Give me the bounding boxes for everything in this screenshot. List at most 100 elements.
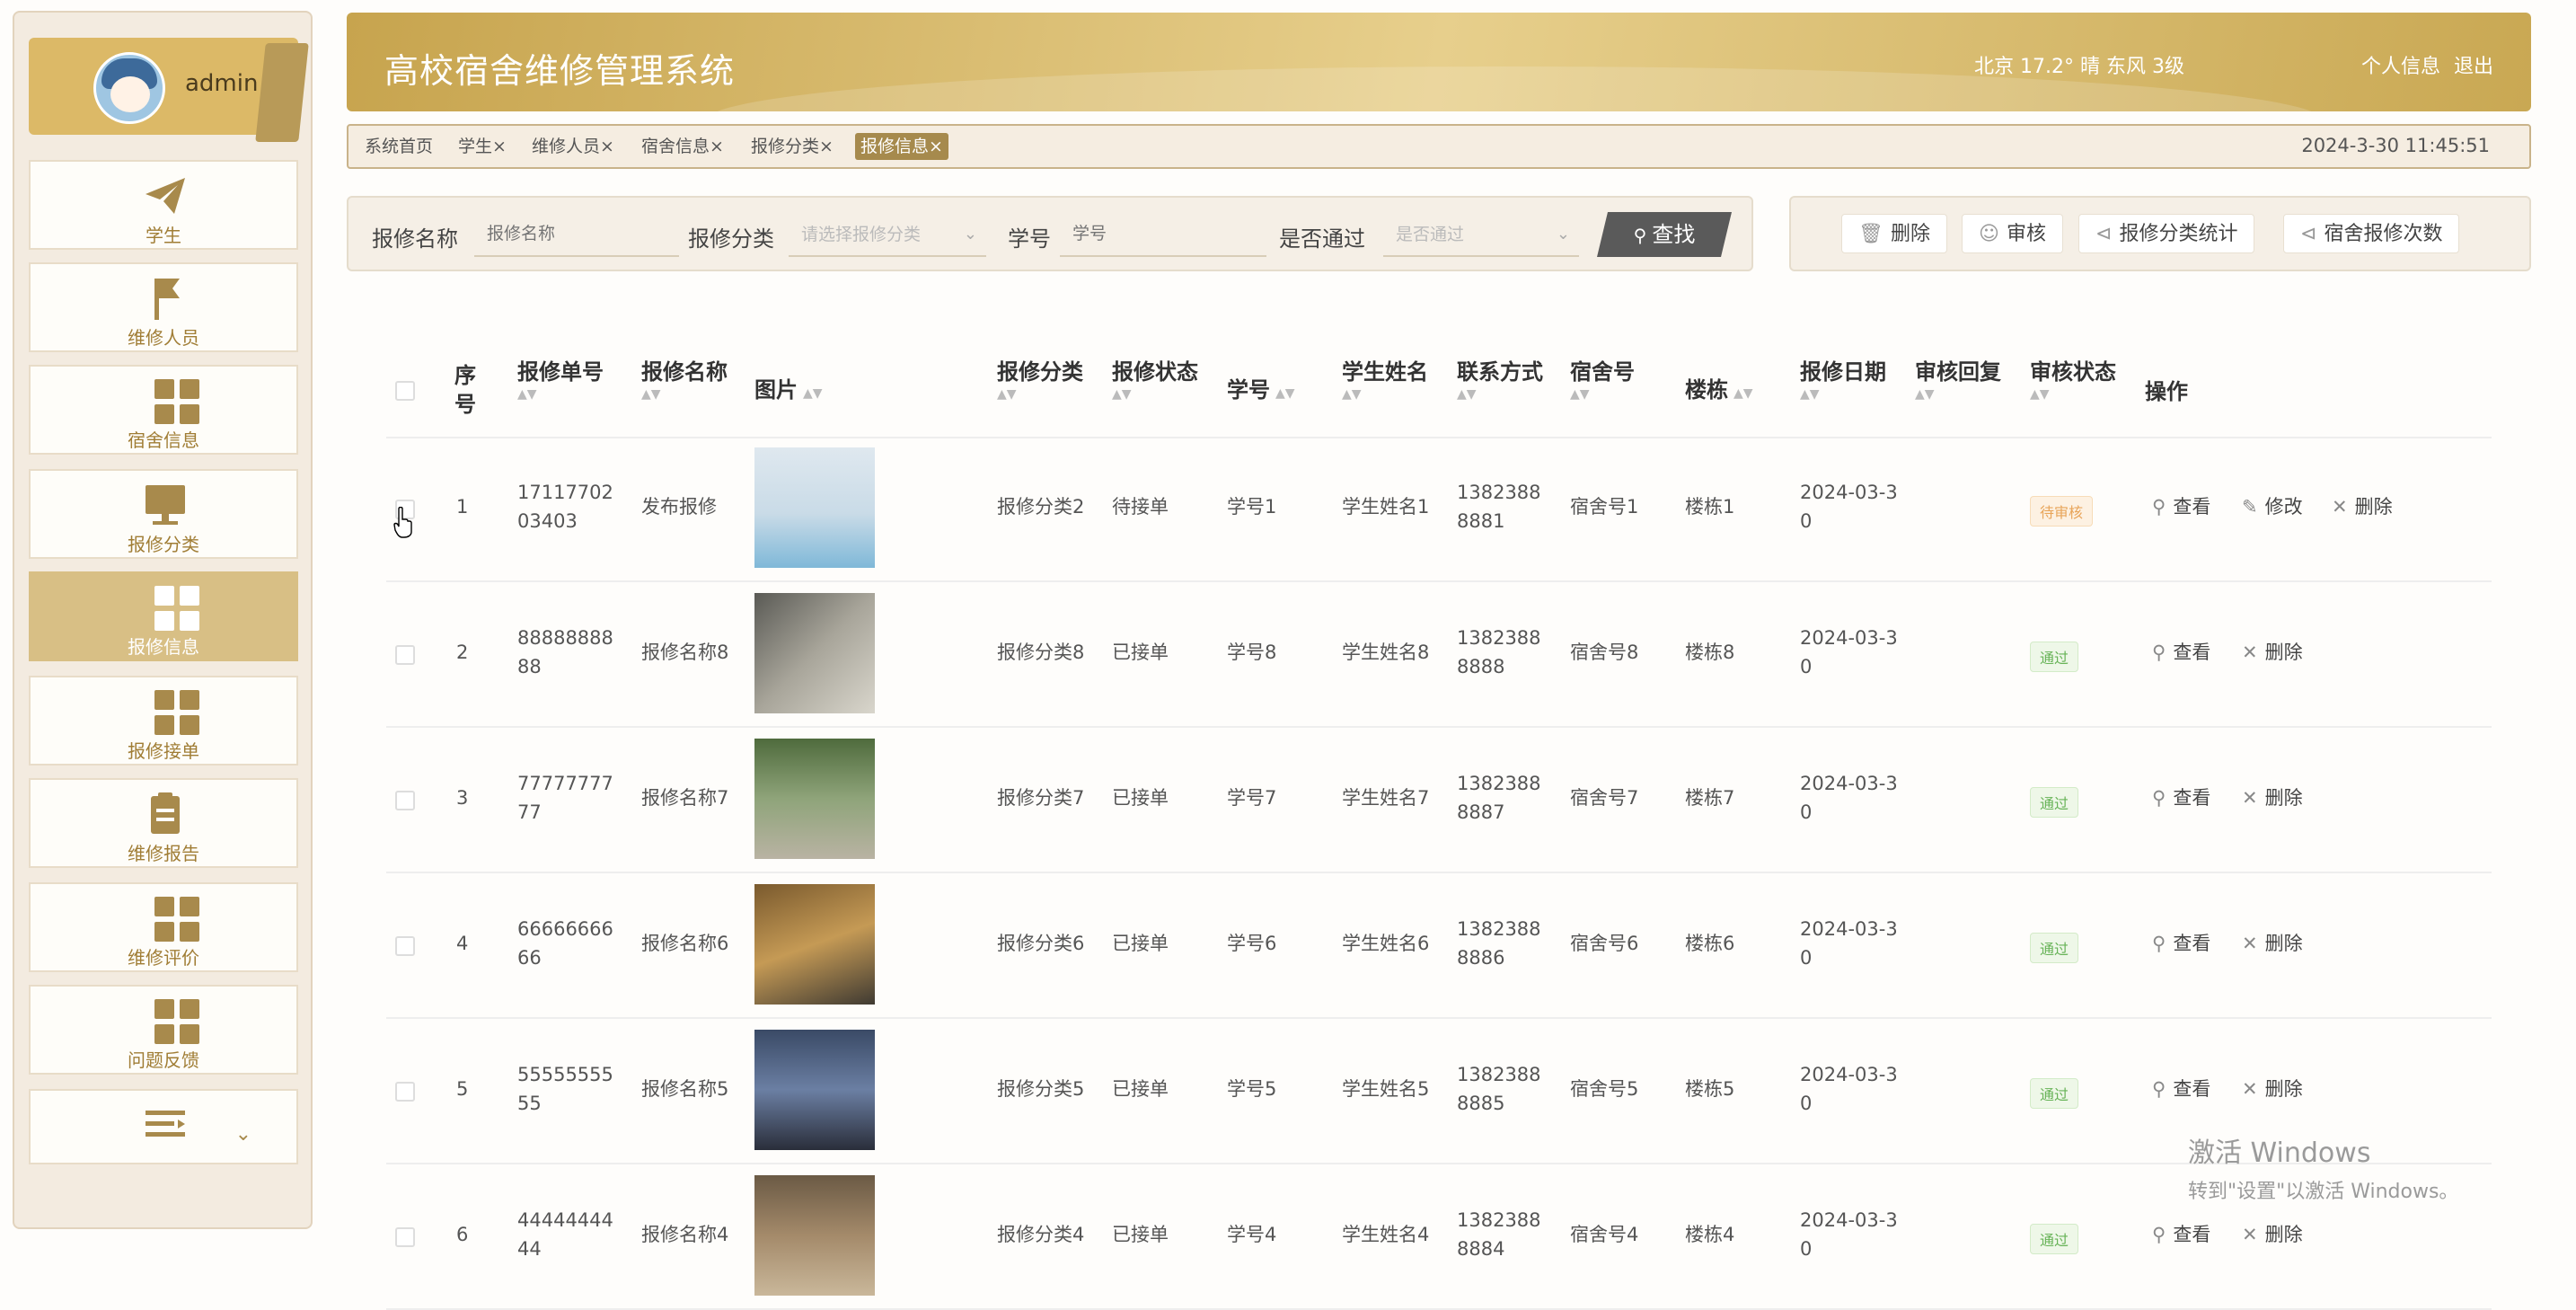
row-checkbox[interactable]	[395, 1082, 415, 1102]
table-row[interactable]: 5 5555555555 报修名称5 报修分类5 已接单 学号5 学生姓名5 13823888…	[386, 1019, 2492, 1164]
sort-icon[interactable]: ▲▼	[1800, 387, 1886, 402]
select-all-checkbox[interactable]	[395, 381, 415, 401]
student-no-input[interactable]	[1060, 212, 1266, 257]
review-button[interactable]: ☺ 审核	[1962, 214, 2063, 253]
trash-icon: ✕	[2242, 1078, 2258, 1100]
header-student-name[interactable]: 学生姓名 ▲▼	[1342, 354, 1428, 402]
row-checkbox[interactable]	[395, 936, 415, 956]
delete-row-button[interactable]: ✕ 删除	[2242, 1220, 2303, 1247]
repair-photo[interactable]	[754, 884, 875, 1005]
tab-close-icon[interactable]: ×	[710, 137, 724, 156]
sort-icon[interactable]: ▲▼	[1275, 386, 1295, 401]
header-status-label: 报修状态	[1112, 359, 1198, 385]
table-row[interactable]: 6 4444444444 报修名称4 报修分类4 已接单 学号4 学生姓名4 13823888…	[386, 1164, 2492, 1310]
sidebar-item-repair-review[interactable]: 维修评价	[29, 882, 298, 972]
header-name[interactable]: 报修名称 ▲▼	[641, 354, 728, 402]
tab-home[interactable]: 系统首页	[359, 133, 438, 160]
delete-row-button[interactable]: ✕ 删除	[2242, 929, 2303, 956]
trash-icon: ✕	[2242, 933, 2258, 954]
sidebar-item-repair-staff[interactable]: 维修人员	[29, 262, 298, 352]
sort-icon[interactable]: ▲▼	[1112, 387, 1198, 402]
sidebar-item-students[interactable]: 学生	[29, 160, 298, 250]
tab-close-icon[interactable]: ×	[600, 137, 614, 156]
sort-icon[interactable]: ▲▼	[1734, 386, 1753, 401]
tab-close-icon[interactable]: ×	[929, 137, 943, 156]
header-building[interactable]: 楼栋 ▲▼	[1685, 372, 1753, 403]
tab-repair-info[interactable]: 报修信息×	[855, 133, 948, 160]
profile-link[interactable]: 个人信息	[2361, 56, 2440, 78]
user-panel: admin	[29, 38, 309, 142]
table-row[interactable]: 3 7777777777 报修名称7 报修分类7 已接单 学号7 学生姓名7 13823888…	[386, 728, 2492, 873]
sort-icon[interactable]: ▲▼	[1915, 387, 2001, 402]
sort-icon[interactable]: ▲▼	[517, 387, 604, 402]
sort-icon[interactable]: ▲▼	[2030, 387, 2116, 402]
edit-button[interactable]: ✎ 修改	[2242, 492, 2303, 519]
header-date[interactable]: 报修日期 ▲▼	[1800, 354, 1886, 402]
repair-photo[interactable]	[754, 1175, 875, 1296]
table-row[interactable]: 1 1711770203403 发布报修 报修分类2 待接单 学号1 学生姓名1 138238…	[386, 437, 2492, 582]
logout-link[interactable]: 退出	[2454, 56, 2493, 78]
dorm-repair-count-button[interactable]: ⊲ 宿舍报修次数	[2283, 214, 2460, 253]
tab-close-icon[interactable]: ×	[492, 137, 507, 156]
sort-icon[interactable]: ▲▼	[1342, 387, 1428, 402]
row-checkbox[interactable]	[395, 645, 415, 665]
tab-close-icon[interactable]: ×	[819, 137, 834, 156]
header-category[interactable]: 报修分类 ▲▼	[997, 354, 1083, 402]
repair-photo[interactable]	[754, 739, 875, 859]
view-button[interactable]: ⚲ 查看	[2152, 638, 2210, 665]
avatar[interactable]	[93, 52, 165, 124]
category-stats-button[interactable]: ⊲ 报修分类统计	[2078, 214, 2255, 253]
table-row[interactable]: 2 8888888888 报修名称8 报修分类8 已接单 学号8 学生姓名8 13823888…	[386, 582, 2492, 728]
header-image[interactable]: 图片 ▲▼	[754, 372, 823, 403]
tab-repair-category[interactable]: 报修分类×	[745, 133, 839, 160]
find-button[interactable]: ⚲ 查找	[1597, 212, 1732, 257]
delete-button[interactable]: 🗑 删除	[1841, 214, 1947, 253]
header-review-status[interactable]: 审核状态 ▲▼	[2030, 354, 2116, 402]
status-badge: 通过	[2030, 787, 2079, 818]
page-title: 高校宿舍维修管理系统	[384, 51, 736, 91]
tab-dorm-info[interactable]: 宿舍信息×	[636, 133, 729, 160]
chevron-down-icon[interactable]: ⌄	[235, 1123, 251, 1146]
header-contact[interactable]: 联系方式 ▲▼	[1457, 354, 1543, 402]
table-row[interactable]: 4 6666666666 报修名称6 报修分类6 已接单 学号6 学生姓名6 13823888…	[386, 873, 2492, 1019]
view-button[interactable]: ⚲ 查看	[2152, 783, 2210, 810]
view-button[interactable]: ⚲ 查看	[2152, 929, 2210, 956]
delete-row-button[interactable]: ✕ 删除	[2332, 492, 2393, 519]
row-checkbox[interactable]	[395, 1227, 415, 1247]
repair-name-input[interactable]	[474, 212, 679, 257]
header-order-no[interactable]: 报修单号 ▲▼	[517, 354, 604, 402]
sort-icon[interactable]: ▲▼	[1570, 387, 1635, 402]
cell-status: 待接单	[1112, 496, 1169, 518]
delete-row-button[interactable]: ✕ 删除	[2242, 638, 2303, 665]
tab-repair-staff[interactable]: 维修人员×	[526, 133, 620, 160]
delete-row-button[interactable]: ✕ 删除	[2242, 1075, 2303, 1102]
sort-icon[interactable]: ▲▼	[997, 387, 1083, 402]
approved-select[interactable]: 是否通过 ⌄	[1383, 212, 1579, 257]
header-status[interactable]: 报修状态 ▲▼	[1112, 354, 1198, 402]
sidebar-item-repair-info[interactable]: 报修信息	[29, 571, 298, 661]
header-dorm[interactable]: 宿舍号 ▲▼	[1570, 354, 1635, 402]
view-button[interactable]: ⚲ 查看	[2152, 492, 2210, 519]
sidebar-item-feedback[interactable]: 问题反馈	[29, 985, 298, 1075]
header-student-no[interactable]: 学号 ▲▼	[1227, 372, 1295, 403]
tab-students[interactable]: 学生×	[453, 133, 512, 160]
view-button[interactable]: ⚲ 查看	[2152, 1075, 2210, 1102]
row-checkbox[interactable]	[395, 791, 415, 810]
repair-photo[interactable]	[754, 447, 875, 568]
delete-row-button[interactable]: ✕ 删除	[2242, 783, 2303, 810]
sidebar-item-dorm-info[interactable]: 宿舍信息	[29, 365, 298, 455]
sort-icon[interactable]: ▲▼	[803, 386, 823, 401]
sort-icon[interactable]: ▲▼	[1457, 387, 1543, 402]
sidebar-item-more[interactable]: ⌄	[29, 1089, 298, 1164]
repair-photo[interactable]	[754, 1030, 875, 1150]
repair-photo[interactable]	[754, 593, 875, 713]
approved-placeholder: 是否通过	[1396, 225, 1465, 244]
view-button[interactable]: ⚲ 查看	[2152, 1220, 2210, 1247]
category-select[interactable]: 请选择报修分类 ⌄	[789, 212, 986, 257]
sidebar-item-repair-orders[interactable]: 报修接单	[29, 676, 298, 766]
cell-name: 报修名称7	[641, 787, 729, 809]
header-reply[interactable]: 审核回复 ▲▼	[1915, 354, 2001, 402]
sort-icon[interactable]: ▲▼	[641, 387, 728, 402]
sidebar-item-repair-report[interactable]: 维修报告	[29, 778, 298, 868]
sidebar-item-repair-category[interactable]: 报修分类	[29, 469, 298, 559]
